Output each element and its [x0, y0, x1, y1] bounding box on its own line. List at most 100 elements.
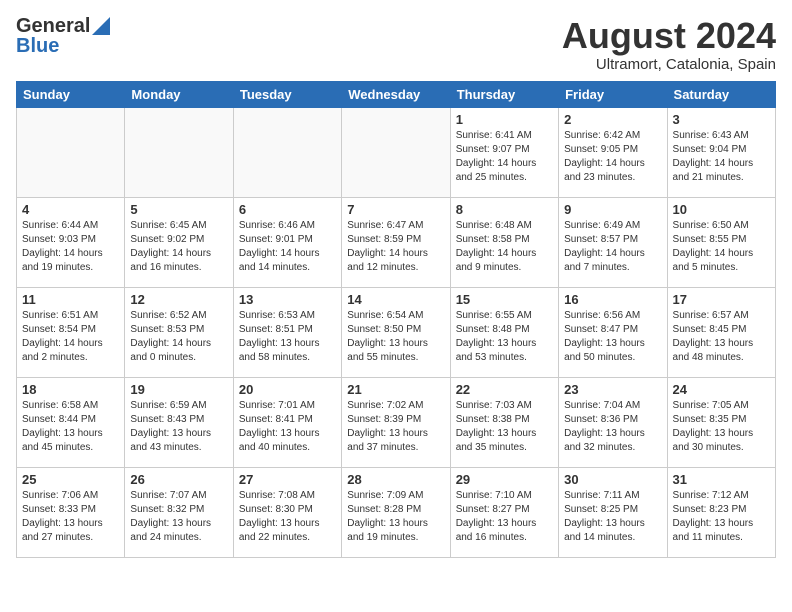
day-number: 31: [673, 472, 770, 487]
logo-triangle-icon: [92, 17, 110, 35]
day-number: 28: [347, 472, 444, 487]
calendar-day-cell: 26 Sunrise: 7:07 AMSunset: 8:32 PMDayligh…: [125, 467, 233, 557]
calendar-day-cell: 2Sunrise: 6:42 AMSunset: 9:05 PMDaylight…: [559, 107, 667, 197]
day-info: Sunrise: 6:53 AMSunset: 8:51 PMDaylight:…: [239, 309, 336, 365]
calendar-day-cell: 22Sunrise: 7:03 AMSunset: 8:38 PMDayligh…: [450, 377, 558, 467]
day-of-week-header: Saturday: [667, 81, 775, 107]
day-number: 1: [456, 112, 553, 127]
day-info: Sunrise: 6:45 AMSunset: 9:02 PMDaylight:…: [130, 219, 227, 275]
calendar-day-cell: 7Sunrise: 6:47 AMSunset: 8:59 PMDaylight…: [342, 197, 450, 287]
day-info: Sunrise: 7:04 AMSunset: 8:36 PMDaylight:…: [564, 399, 661, 455]
day-info: Sunrise: 6:51 AMSunset: 8:54 PMDaylight:…: [22, 309, 119, 365]
day-number: 25: [22, 472, 119, 487]
day-number: 5: [130, 202, 227, 217]
day-number: 4: [22, 202, 119, 217]
day-of-week-header: Friday: [559, 81, 667, 107]
day-number: 9: [564, 202, 661, 217]
calendar-day-cell: 13 Sunrise: 6:53 AMSunset: 8:51 PMDayligh…: [233, 287, 341, 377]
calendar-day-cell: 9 Sunrise: 6:49 AMSunset: 8:57 PMDaylight…: [559, 197, 667, 287]
day-info: Sunrise: 7:12 AMSunset: 8:23 PMDaylight:…: [673, 489, 770, 545]
calendar-week-row: 1 Sunrise: 6:41 AMSunset: 9:07 PMDaylight…: [17, 107, 776, 197]
calendar-day-cell: 29Sunrise: 7:10 AMSunset: 8:27 PMDayligh…: [450, 467, 558, 557]
day-number: 19: [130, 382, 227, 397]
day-number: 12: [130, 292, 227, 307]
day-number: 10: [673, 202, 770, 217]
day-number: 24: [673, 382, 770, 397]
calendar-day-cell: 17Sunrise: 6:57 AMSunset: 8:45 PMDayligh…: [667, 287, 775, 377]
calendar-day-cell: 18 Sunrise: 6:58 AMSunset: 8:44 PMDayligh…: [17, 377, 125, 467]
calendar-day-cell: 30Sunrise: 7:11 AMSunset: 8:25 PMDayligh…: [559, 467, 667, 557]
day-info: Sunrise: 6:56 AMSunset: 8:47 PMDaylight:…: [564, 309, 661, 365]
calendar-day-cell: 23 Sunrise: 7:04 AMSunset: 8:36 PMDayligh…: [559, 377, 667, 467]
day-info: Sunrise: 6:50 AMSunset: 8:55 PMDaylight:…: [673, 219, 770, 275]
day-number: 6: [239, 202, 336, 217]
day-info: Sunrise: 7:08 AMSunset: 8:30 PMDaylight:…: [239, 489, 336, 545]
day-number: 23: [564, 382, 661, 397]
calendar-day-cell: 14Sunrise: 6:54 AMSunset: 8:50 PMDayligh…: [342, 287, 450, 377]
calendar-day-cell: 6Sunrise: 6:46 AMSunset: 9:01 PMDaylight…: [233, 197, 341, 287]
day-info: Sunrise: 7:02 AMSunset: 8:39 PMDaylight:…: [347, 399, 444, 455]
calendar-day-cell: 20Sunrise: 7:01 AMSunset: 8:41 PMDayligh…: [233, 377, 341, 467]
day-info: Sunrise: 6:49 AMSunset: 8:57 PMDaylight:…: [564, 219, 661, 275]
day-of-week-header: Wednesday: [342, 81, 450, 107]
calendar-week-row: 25 Sunrise: 7:06 AMSunset: 8:33 PMDayligh…: [17, 467, 776, 557]
day-number: 21: [347, 382, 444, 397]
calendar-day-cell: [17, 107, 125, 197]
calendar-day-cell: 11 Sunrise: 6:51 AMSunset: 8:54 PMDayligh…: [17, 287, 125, 377]
day-info: Sunrise: 6:43 AMSunset: 9:04 PMDaylight:…: [673, 129, 770, 185]
day-number: 22: [456, 382, 553, 397]
calendar-day-cell: 25 Sunrise: 7:06 AMSunset: 8:33 PMDayligh…: [17, 467, 125, 557]
calendar-day-cell: [125, 107, 233, 197]
day-of-week-header: Tuesday: [233, 81, 341, 107]
day-number: 11: [22, 292, 119, 307]
day-number: 3: [673, 112, 770, 127]
day-of-week-header: Thursday: [450, 81, 558, 107]
day-info: Sunrise: 7:05 AMSunset: 8:35 PMDaylight:…: [673, 399, 770, 455]
day-info: Sunrise: 7:06 AMSunset: 8:33 PMDaylight:…: [22, 489, 119, 545]
day-number: 2: [564, 112, 661, 127]
month-title: August 2024: [562, 16, 776, 56]
day-number: 16: [564, 292, 661, 307]
title-area: August 2024 Ultramort, Catalonia, Spain: [562, 16, 776, 73]
calendar-day-cell: 28 Sunrise: 7:09 AMSunset: 8:28 PMDayligh…: [342, 467, 450, 557]
day-number: 29: [456, 472, 553, 487]
day-of-week-header: Sunday: [17, 81, 125, 107]
day-number: 8: [456, 202, 553, 217]
calendar-day-cell: 1 Sunrise: 6:41 AMSunset: 9:07 PMDaylight…: [450, 107, 558, 197]
calendar-day-cell: 8Sunrise: 6:48 AMSunset: 8:58 PMDaylight…: [450, 197, 558, 287]
day-of-week-header: Monday: [125, 81, 233, 107]
day-number: 26: [130, 472, 227, 487]
header: General Blue August 2024 Ultramort, Cata…: [16, 16, 776, 73]
day-info: Sunrise: 6:55 AMSunset: 8:48 PMDaylight:…: [456, 309, 553, 365]
calendar-day-cell: 16 Sunrise: 6:56 AMSunset: 8:47 PMDayligh…: [559, 287, 667, 377]
calendar-day-cell: 24 Sunrise: 7:05 AMSunset: 8:35 PMDayligh…: [667, 377, 775, 467]
calendar-week-row: 11 Sunrise: 6:51 AMSunset: 8:54 PMDayligh…: [17, 287, 776, 377]
calendar-day-cell: 21 Sunrise: 7:02 AMSunset: 8:39 PMDayligh…: [342, 377, 450, 467]
day-number: 18: [22, 382, 119, 397]
logo-general-text: General: [16, 16, 90, 36]
logo-blue-text: Blue: [16, 36, 59, 56]
calendar-header-row: SundayMondayTuesdayWednesdayThursdayFrid…: [17, 81, 776, 107]
day-number: 13: [239, 292, 336, 307]
calendar-week-row: 18 Sunrise: 6:58 AMSunset: 8:44 PMDayligh…: [17, 377, 776, 467]
day-info: Sunrise: 6:54 AMSunset: 8:50 PMDaylight:…: [347, 309, 444, 365]
location-title: Ultramort, Catalonia, Spain: [562, 56, 776, 73]
day-info: Sunrise: 6:52 AMSunset: 8:53 PMDaylight:…: [130, 309, 227, 365]
day-info: Sunrise: 6:41 AMSunset: 9:07 PMDaylight:…: [456, 129, 553, 185]
day-number: 30: [564, 472, 661, 487]
calendar-week-row: 4 Sunrise: 6:44 AMSunset: 9:03 PMDaylight…: [17, 197, 776, 287]
calendar-table: SundayMondayTuesdayWednesdayThursdayFrid…: [16, 81, 776, 558]
day-info: Sunrise: 7:07 AMSunset: 8:32 PMDaylight:…: [130, 489, 227, 545]
day-number: 15: [456, 292, 553, 307]
day-number: 27: [239, 472, 336, 487]
day-number: 17: [673, 292, 770, 307]
day-info: Sunrise: 6:58 AMSunset: 8:44 PMDaylight:…: [22, 399, 119, 455]
day-info: Sunrise: 6:44 AMSunset: 9:03 PMDaylight:…: [22, 219, 119, 275]
day-info: Sunrise: 7:01 AMSunset: 8:41 PMDaylight:…: [239, 399, 336, 455]
day-info: Sunrise: 6:47 AMSunset: 8:59 PMDaylight:…: [347, 219, 444, 275]
day-info: Sunrise: 7:09 AMSunset: 8:28 PMDaylight:…: [347, 489, 444, 545]
calendar-day-cell: 10 Sunrise: 6:50 AMSunset: 8:55 PMDayligh…: [667, 197, 775, 287]
logo: General Blue: [16, 16, 110, 56]
calendar-day-cell: 3 Sunrise: 6:43 AMSunset: 9:04 PMDaylight…: [667, 107, 775, 197]
calendar-day-cell: 5 Sunrise: 6:45 AMSunset: 9:02 PMDaylight…: [125, 197, 233, 287]
